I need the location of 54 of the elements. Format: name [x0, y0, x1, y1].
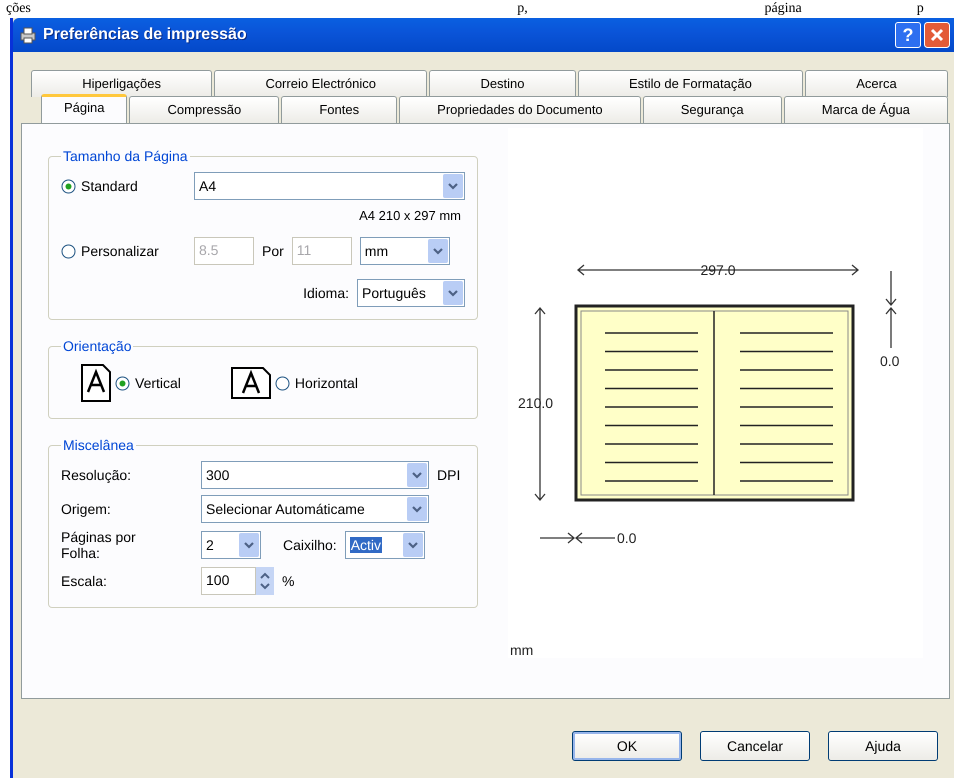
dialog-button[interactable]: OK — [572, 731, 682, 761]
tab[interactable]: Acerca — [805, 70, 948, 97]
tab[interactable]: Hiperligações — [31, 70, 212, 97]
by-label: Por — [262, 243, 284, 259]
background-page-text: página — [764, 0, 802, 18]
field-label: Páginas por Folha: — [61, 529, 137, 561]
printer-icon — [19, 26, 37, 44]
resolution-dropdown[interactable]: 300 — [201, 461, 429, 489]
field-label: Caixilho: — [283, 537, 337, 553]
background-page-text: ções — [6, 0, 32, 18]
unit-label: DPI — [437, 467, 460, 483]
spin-arrows-icon[interactable] — [256, 567, 274, 595]
field-label: Resolução: — [61, 467, 132, 483]
background-page-text: p — [916, 0, 925, 18]
scale-field[interactable]: 100 — [201, 567, 256, 595]
tab[interactable]: Estilo de Formatação — [578, 70, 804, 97]
landscape-page-icon — [230, 367, 271, 399]
window-title: Preferências de impressão — [43, 26, 248, 44]
field-label: Origem: — [61, 501, 111, 517]
language-label: Idioma: — [303, 285, 349, 301]
tab[interactable]: Propriedades do Documento — [399, 96, 641, 123]
tab[interactable]: Compressão — [129, 96, 280, 123]
unit-label: mm — [510, 642, 534, 658]
field-label: Escala: — [61, 573, 107, 589]
portrait-page-icon — [81, 364, 111, 402]
help-button[interactable]: ? — [895, 22, 921, 48]
radio-button[interactable] — [61, 178, 76, 194]
tab[interactable]: Página — [41, 94, 128, 123]
left-margin-value: 0.0 — [617, 530, 636, 546]
group-title: Miscelânea — [62, 437, 135, 453]
radio-label[interactable]: Vertical — [135, 375, 181, 391]
tab[interactable]: Segurança — [642, 96, 782, 123]
unit-label: % — [282, 573, 294, 589]
group-title: Orientação — [62, 338, 132, 354]
pages-per-sheet-dropdown[interactable]: 2 — [201, 531, 261, 559]
background-page-text: p, — [517, 0, 529, 18]
language-dropdown[interactable]: Português — [357, 279, 465, 307]
radio-button[interactable] — [274, 376, 290, 390]
radio-label[interactable]: Horizontal — [294, 375, 358, 391]
dialog-button[interactable]: Ajuda — [828, 731, 938, 761]
group-title: Tamanho da Página — [62, 148, 189, 164]
tab[interactable]: Destino — [429, 70, 576, 97]
dialog-button[interactable]: Cancelar — [700, 731, 810, 761]
close-button[interactable] — [924, 22, 950, 48]
tray-dropdown[interactable]: Activ — [344, 531, 425, 559]
radio-button[interactable] — [115, 376, 130, 390]
tab[interactable]: Marca de Água — [784, 96, 948, 123]
origin-dropdown[interactable]: Selecionar Automáticame — [201, 495, 429, 523]
tab[interactable]: Fontes — [281, 96, 398, 123]
paper-size-note: A4 210 x 297 mm — [359, 208, 461, 223]
paper-size-dropdown[interactable]: A4 — [194, 172, 465, 200]
tab[interactable]: Correio Electrónico — [214, 70, 428, 97]
radio-label[interactable]: Standard — [81, 178, 138, 194]
top-margin-value: 0.0 — [880, 353, 900, 369]
